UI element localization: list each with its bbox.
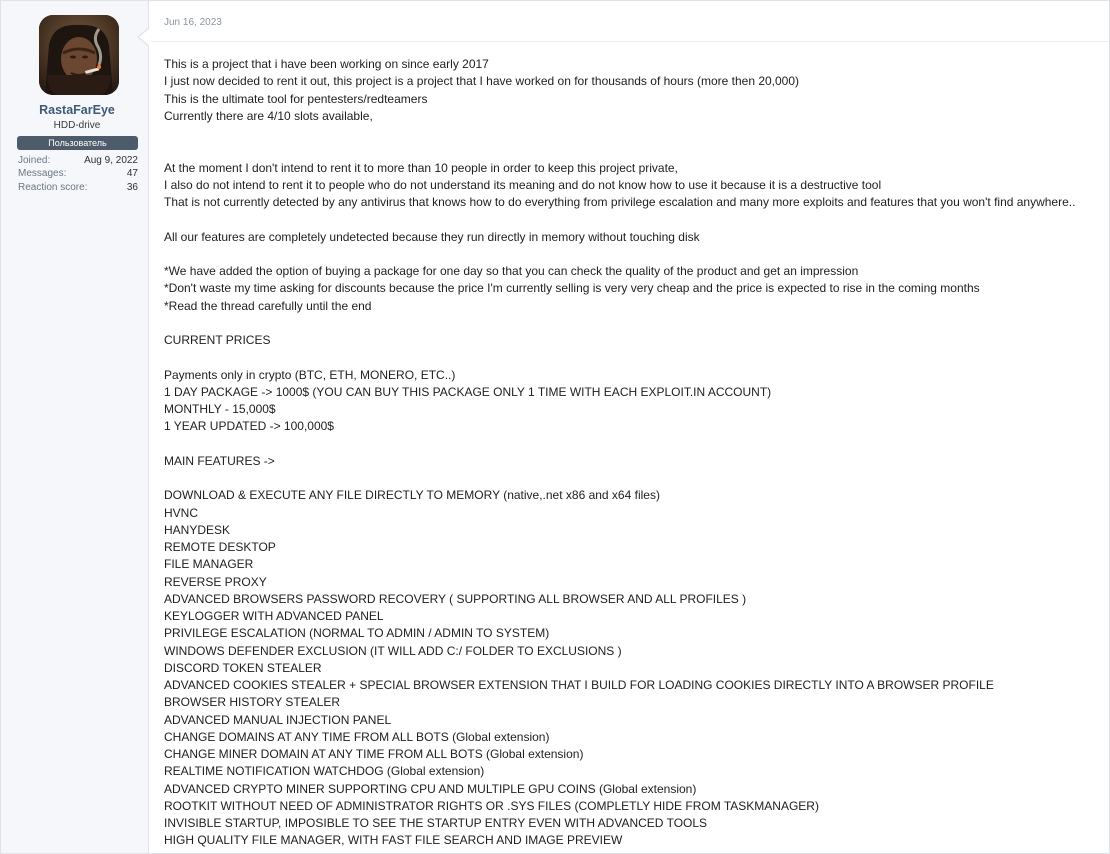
message-pointer-arrow-inner — [139, 28, 150, 46]
post-text-line: HVNC — [164, 505, 199, 520]
post-text-line: That is not currently detected by any an… — [164, 195, 1076, 209]
post-text-line: All our features are completely undetect… — [164, 229, 700, 244]
user-avatar[interactable] — [39, 15, 119, 95]
divider — [151, 41, 1109, 42]
post-text-line: INVISIBLE STARTUP, IMPOSIBLE TO SEE THE … — [164, 816, 708, 830]
post-text-line: I just now decided to rent it out, this … — [164, 74, 800, 89]
post-text-line: ROOTKIT WITHOUT NEED OF ADMINISTRATOR RI… — [164, 798, 819, 813]
post-text-line: DISCORD TOKEN STEALER — [164, 660, 322, 675]
stat-value: Aug 9, 2022 — [84, 155, 138, 166]
post-text-line: Currently there are 4/10 slots available… — [164, 108, 373, 123]
post-text-line: REALTIME NOTIFICATION WATCHDOG (Global e… — [164, 764, 485, 779]
stat-label: Messages: — [18, 168, 67, 179]
stat-value: 36 — [126, 182, 138, 193]
post-text-line: REMOTE DESKTOP — [164, 540, 276, 554]
stat-label: Joined: — [18, 155, 51, 166]
post-text-line: FILE MANAGER — [164, 557, 254, 572]
post-text-line: MAIN FEATURES -> — [164, 453, 275, 468]
post-text-line: REVERSE PROXY — [164, 574, 267, 589]
post-text-line: CHANGE DOMAINS AT ANY TIME FROM ALL BOTS… — [164, 729, 550, 744]
username[interactable]: RastaFarEye — [1, 103, 153, 117]
post-text-line: 1 YEAR UPDATED -> 100,000$ — [164, 419, 334, 434]
forum-post: RastaFarEye HDD-drive Пользователь Joine… — [0, 0, 1110, 854]
post-text-line: 1 DAY PACKAGE -> 1000$ (YOU CAN BUY THIS… — [164, 384, 772, 399]
post-text-line: DOWNLOAD & EXECUTE ANY FILE DIRECTLY TO … — [164, 488, 660, 503]
stat-joined: Joined: Aug 9, 2022 — [18, 155, 138, 166]
stat-label: Reaction score: — [18, 182, 88, 193]
post-text-line: BROWSER HISTORY STEALER — [164, 695, 341, 710]
post-text-line: I also do not intend to rent it to peopl… — [164, 177, 882, 192]
post-text-line: This is the ultimate tool for pentesters… — [164, 91, 428, 106]
post-text-line: CURRENT PRICES — [164, 333, 271, 347]
stat-value[interactable]: 47 — [127, 168, 138, 179]
post-text-line: HANYDESK — [164, 522, 231, 537]
role-badge: Пользователь — [17, 136, 138, 150]
post-text-line: ADVANCED CRYPTO MINER SUPPORTING CPU AND… — [164, 781, 697, 796]
user-title: HDD-drive — [53, 120, 101, 131]
post-body: This is a project that i have been worki… — [164, 56, 1104, 850]
post-text-line: HIGH QUALITY FILE MANAGER, WITH FAST FIL… — [164, 833, 623, 848]
stat-messages: Messages: 47 — [18, 168, 138, 179]
post-text-line: CHANGE MINER DOMAIN AT ANY TIME FROM ALL… — [164, 747, 584, 761]
post-text-line: Payments only in crypto (BTC, ETH, MONER… — [164, 367, 456, 382]
post-text-line: This is a project that i have been worki… — [164, 57, 489, 71]
post-text-line: WINDOWS DEFENDER EXCLUSION (IT WILL ADD … — [164, 643, 622, 658]
post-date[interactable]: Jun 16, 2023 — [164, 17, 222, 28]
post-text-line: At the moment I don't intend to rent it … — [164, 160, 678, 175]
post-text-line: ADVANCED COOKIES STEALER + SPECIAL BROWS… — [164, 678, 994, 692]
post-text-line: KEYLOGGER WITH ADVANCED PANEL — [164, 609, 384, 623]
post-text-line: MONTHLY - 15,000$ — [164, 402, 276, 416]
avatar-image — [39, 15, 119, 95]
post-text-line: ADVANCED MANUAL INJECTION PANEL — [164, 712, 392, 727]
post-text-line: *We have added the option of buying a pa… — [164, 264, 859, 278]
post-text-line: *Don't waste my time asking for discount… — [164, 281, 980, 296]
post-text-line: ADVANCED BROWSERS PASSWORD RECOVERY ( SU… — [164, 591, 747, 606]
post-text-line: *Read the thread carefully until the end — [164, 298, 372, 313]
user-info-panel: RastaFarEye HDD-drive Пользователь Joine… — [1, 1, 149, 853]
post-text-line: PRIVILEGE ESCALATION (NORMAL TO ADMIN / … — [164, 626, 550, 641]
stat-reaction-score: Reaction score: 36 — [18, 182, 138, 193]
